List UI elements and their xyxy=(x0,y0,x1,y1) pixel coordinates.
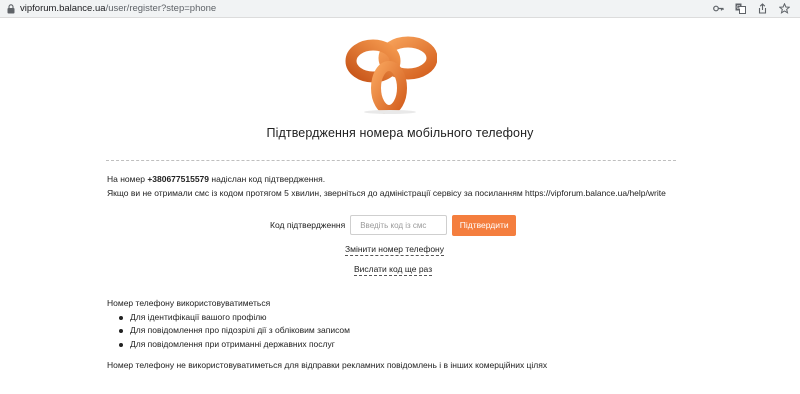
phone-number: +380677515579 xyxy=(147,174,210,184)
divider xyxy=(106,160,676,161)
change-phone-link[interactable]: Змінити номер телефону xyxy=(345,244,444,256)
resend-code-link[interactable]: Вислати код ще раз xyxy=(354,264,433,276)
sms-info-line1: На номер +380677515579 надіслан код підт… xyxy=(107,172,666,186)
star-icon[interactable] xyxy=(779,3,790,14)
usage-note: Номер телефону не використовуватиметься … xyxy=(107,360,548,370)
svg-text:G: G xyxy=(737,5,741,11)
browser-toolbar-icons: G xyxy=(713,3,790,14)
list-item: Для повідомлення при отриманні державних… xyxy=(118,338,547,352)
url-host: vipforum.balance.ua xyxy=(20,3,106,14)
usage-heading: Номер телефону використовуватиметься xyxy=(107,298,271,308)
usage-list: Для ідентифікації вашого профілю Для пов… xyxy=(107,311,547,352)
list-item: Для ідентифікації вашого профілю xyxy=(118,311,547,325)
page-title: Підтвердження номера мобільного телефону xyxy=(266,126,534,140)
list-item: Для повідомлення про підозрілі дії з обл… xyxy=(118,324,547,338)
code-form: Код підтвердження Підтвердити xyxy=(270,214,517,236)
sms-info: На номер +380677515579 надіслан код підт… xyxy=(107,172,666,200)
info-suffix: надіслан код підтвердження. xyxy=(209,174,326,184)
url-path: /user/register?step=phone xyxy=(105,3,217,14)
share-icon[interactable] xyxy=(757,3,768,14)
sms-info-line2: Якщо ви не отримали смс із кодом протяго… xyxy=(107,188,666,198)
code-label: Код підтвердження xyxy=(270,220,346,230)
info-prefix: На номер xyxy=(107,174,148,184)
code-input[interactable] xyxy=(350,215,448,235)
url-field[interactable]: vipforum.balance.ua/user/register?step=p… xyxy=(20,2,216,16)
key-icon[interactable] xyxy=(713,3,724,14)
lock-icon xyxy=(7,4,15,14)
translate-icon[interactable]: G xyxy=(735,3,746,14)
balance-logo xyxy=(345,36,437,114)
browser-address-bar: vipforum.balance.ua/user/register?step=p… xyxy=(0,0,800,18)
phone-usage-section: Номер телефону використовуватиметься Для… xyxy=(107,297,547,373)
confirm-button[interactable]: Підтвердити xyxy=(452,214,517,236)
